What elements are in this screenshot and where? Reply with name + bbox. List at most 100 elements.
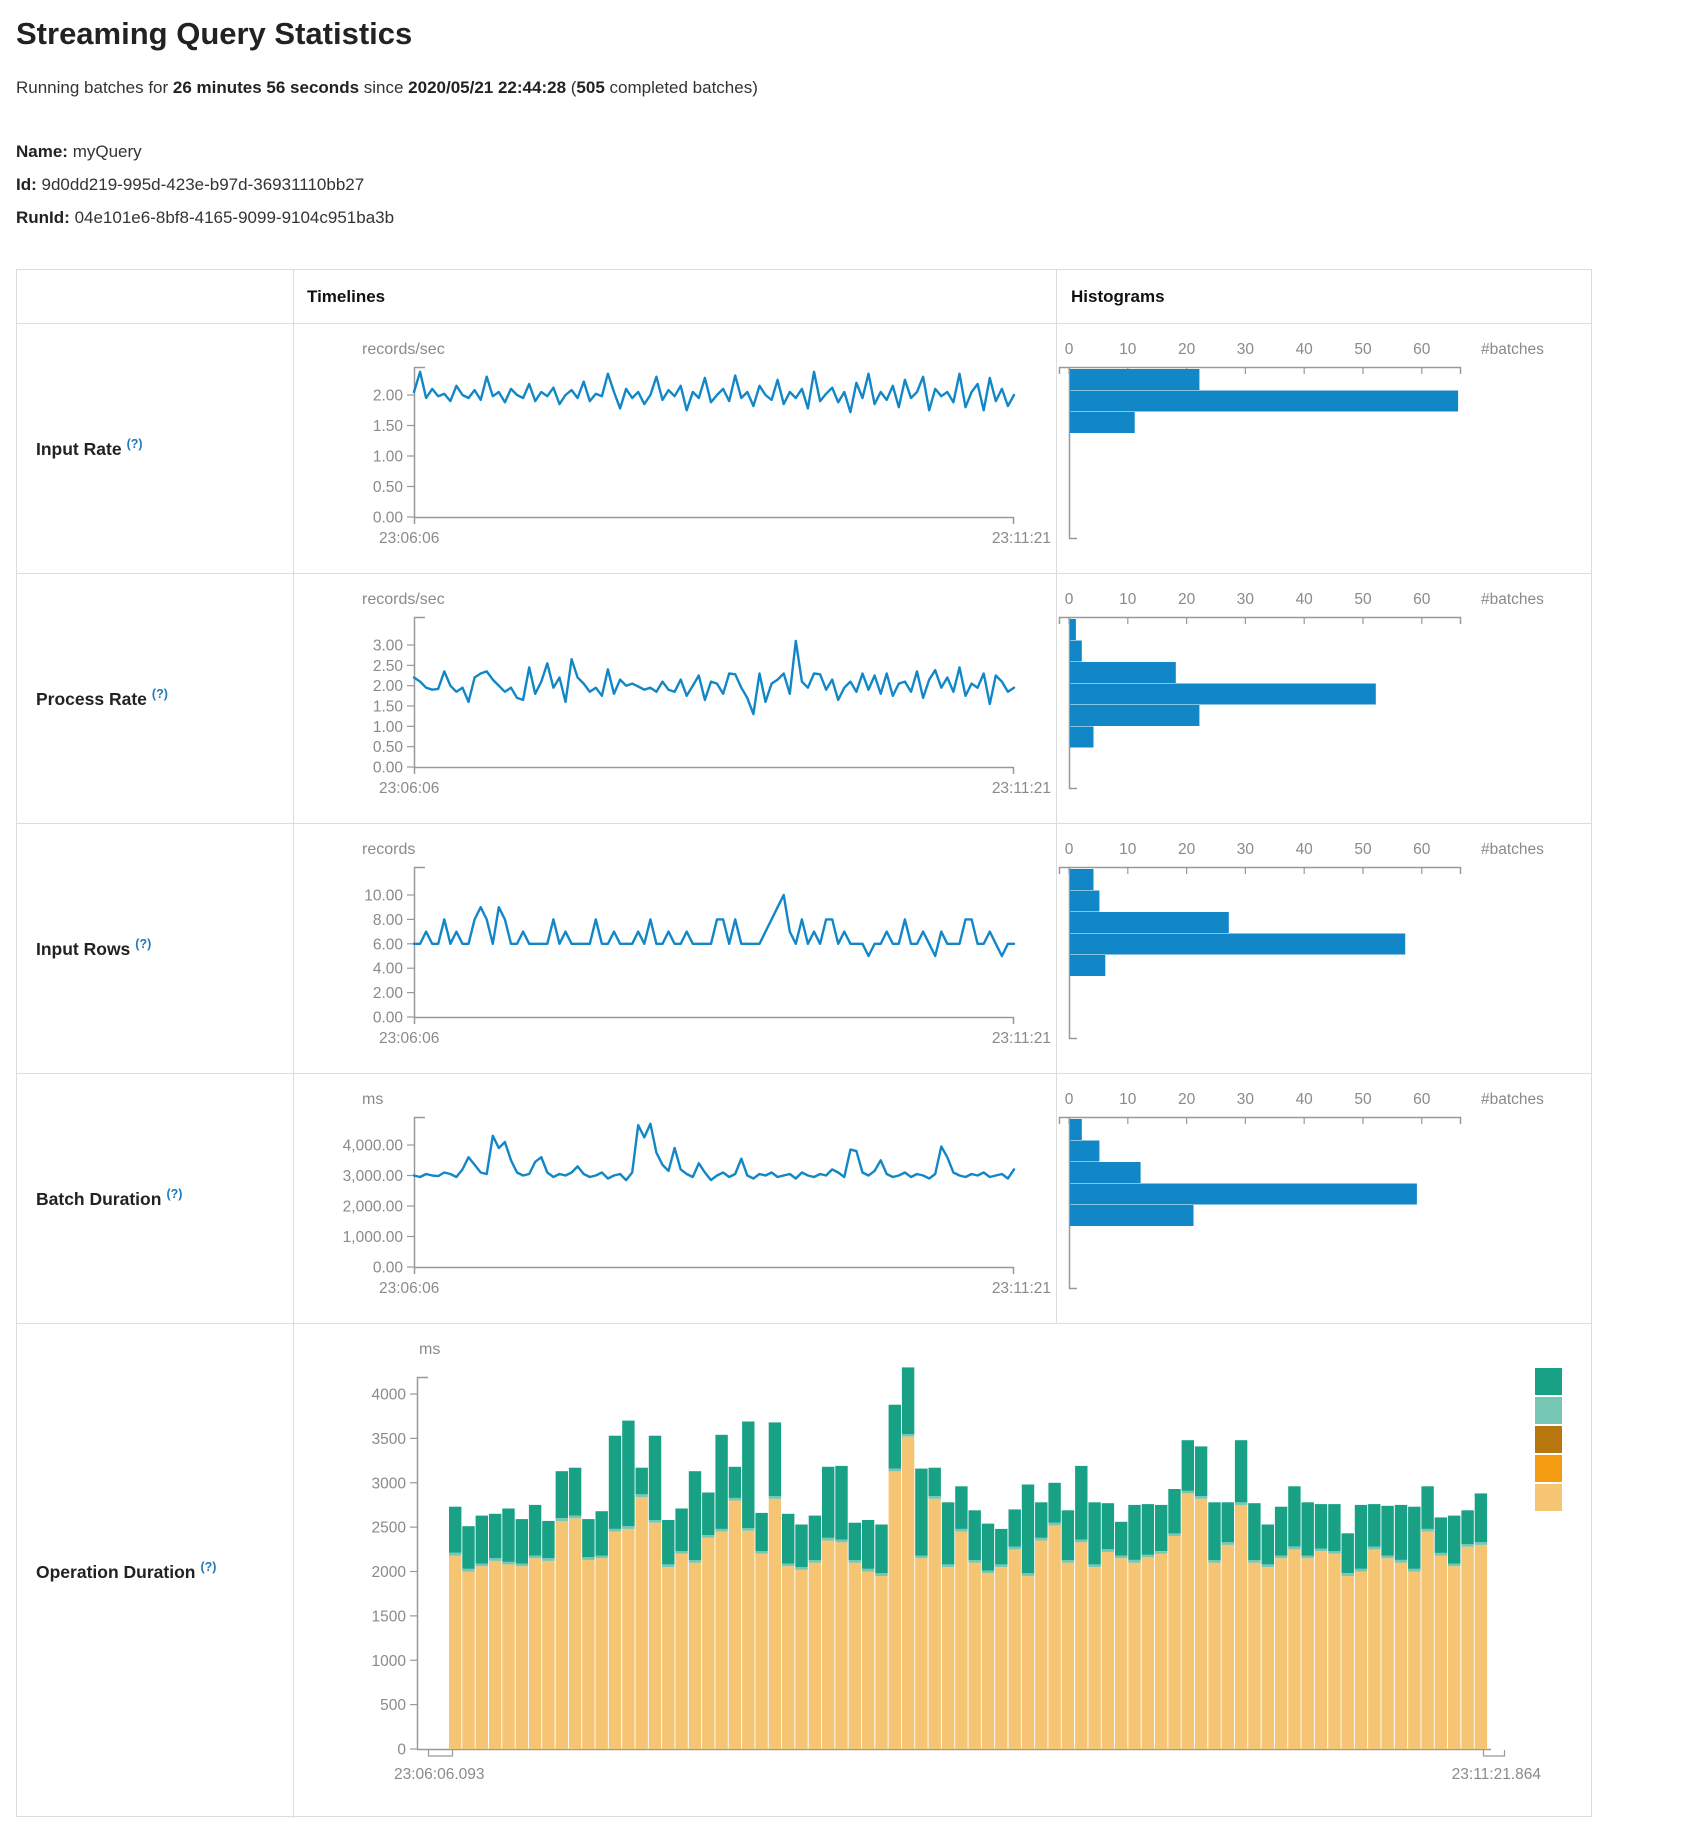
svg-text:30: 30	[1237, 591, 1255, 608]
batch-duration-help-icon[interactable]: (?)	[166, 1187, 182, 1201]
summary-prefix: Running batches for	[16, 78, 173, 97]
process-rate-help-icon[interactable]: (?)	[152, 687, 168, 701]
statistics-table: Timelines Histograms Input Rate(?) recor…	[16, 269, 1592, 1817]
batch-duration-label: Batch Duration(?)	[36, 1187, 182, 1210]
summary-mid: since	[359, 78, 408, 97]
svg-text:40: 40	[1296, 341, 1314, 358]
legend-swatch	[1535, 1397, 1562, 1424]
svg-text:ms: ms	[419, 1341, 440, 1358]
svg-text:1,000.00: 1,000.00	[343, 1229, 404, 1246]
svg-text:30: 30	[1237, 341, 1255, 358]
svg-text:50: 50	[1354, 591, 1372, 608]
svg-text:50: 50	[1354, 341, 1372, 358]
svg-text:0: 0	[1065, 591, 1074, 608]
svg-text:50: 50	[1354, 841, 1372, 858]
svg-text:0.00: 0.00	[373, 1260, 404, 1277]
legend-swatch	[1535, 1426, 1562, 1453]
svg-text:1500: 1500	[372, 1608, 407, 1625]
input-rate-label-cell: Input Rate(?)	[17, 324, 293, 573]
svg-text:23:06:06: 23:06:06	[379, 1030, 439, 1047]
svg-text:2.00: 2.00	[373, 678, 404, 695]
input-rate-histogram-chart: 0102030405060#batches	[1057, 324, 1593, 579]
process-rate-timeline-chart: records/sec3.002.502.001.501.000.500.002…	[294, 574, 1056, 829]
input-rows-row: Input Rows(?) records10.008.006.004.002.…	[17, 823, 1591, 1073]
page-title: Streaming Query Statistics	[16, 16, 412, 52]
svg-text:40: 40	[1296, 591, 1314, 608]
svg-text:0.50: 0.50	[373, 479, 404, 496]
svg-text:2.00: 2.00	[373, 985, 404, 1002]
svg-text:0: 0	[397, 1742, 406, 1759]
svg-text:20: 20	[1178, 1091, 1196, 1108]
svg-text:6.00: 6.00	[373, 936, 404, 953]
batch-duration-timeline-chart: ms 4,000.00 3,000.00 2,000.00 1,000.00 0.00 23…	[294, 1074, 1056, 1329]
svg-text:3.00: 3.00	[373, 638, 404, 655]
svg-text:2,000.00: 2,000.00	[343, 1199, 404, 1216]
summary-suffix: completed batches)	[605, 78, 758, 97]
query-id-line: Id: 9d0dd219-995d-423e-b97d-36931110bb27	[16, 175, 394, 195]
input-rows-help-icon[interactable]: (?)	[135, 937, 151, 951]
start-time: 2020/05/21 22:44:28	[408, 78, 566, 97]
svg-text:0: 0	[1065, 841, 1074, 858]
svg-text:8.00: 8.00	[373, 912, 404, 929]
input-rate-help-icon[interactable]: (?)	[127, 437, 143, 451]
svg-text:10: 10	[1119, 341, 1137, 358]
svg-text:3,000.00: 3,000.00	[343, 1168, 404, 1185]
table-header-row: Timelines Histograms	[17, 270, 1591, 323]
batch-duration-row: Batch Duration(?) ms 4,000.00 3,000.00 2,00…	[17, 1073, 1591, 1323]
svg-text:3500: 3500	[372, 1431, 407, 1448]
svg-text:20: 20	[1178, 841, 1196, 858]
svg-text:23:11:21: 23:11:21	[992, 780, 1051, 797]
svg-text:60: 60	[1413, 1091, 1431, 1108]
process-rate-label-cell: Process Rate(?)	[17, 574, 293, 823]
runid-value: 04e101e6-8bf8-4165-9099-9104c951ba3b	[75, 208, 395, 227]
svg-text:23:06:06: 23:06:06	[379, 1280, 439, 1297]
svg-text:23:06:06: 23:06:06	[379, 530, 439, 547]
process-rate-histogram-chart: 0102030405060#batches	[1057, 574, 1593, 829]
svg-text:40: 40	[1296, 841, 1314, 858]
svg-text:23:06:06.093: 23:06:06.093	[394, 1766, 485, 1783]
svg-text:2.50: 2.50	[373, 658, 404, 675]
svg-text:23:06:06: 23:06:06	[379, 780, 439, 797]
svg-text:#batches: #batches	[1481, 1091, 1544, 1108]
svg-text:#batches: #batches	[1481, 341, 1544, 358]
svg-text:20: 20	[1178, 341, 1196, 358]
name-label: Name:	[16, 142, 68, 161]
svg-text:0.00: 0.00	[373, 1010, 404, 1027]
svg-text:30: 30	[1237, 841, 1255, 858]
name-value: myQuery	[73, 142, 142, 161]
svg-text:23:11:21.864: 23:11:21.864	[1452, 1766, 1542, 1783]
svg-text:60: 60	[1413, 341, 1431, 358]
svg-text:23:11:21: 23:11:21	[992, 1280, 1051, 1297]
svg-text:23:11:21: 23:11:21	[992, 530, 1051, 547]
svg-text:23:11:21: 23:11:21	[992, 1030, 1051, 1047]
batch-duration-histogram-chart: 0102030405060#batches	[1057, 1074, 1593, 1329]
batch-duration-label-cell: Batch Duration(?)	[17, 1074, 293, 1323]
operation-duration-row: Operation Duration(?) ms4000350030002500…	[17, 1323, 1591, 1818]
svg-text:20: 20	[1178, 591, 1196, 608]
svg-text:1.00: 1.00	[373, 449, 404, 466]
input-rate-label: Input Rate(?)	[36, 437, 143, 460]
svg-text:2.00: 2.00	[373, 388, 404, 405]
svg-text:#batches: #batches	[1481, 591, 1544, 608]
legend-swatch	[1535, 1455, 1562, 1482]
operation-duration-stacked-chart: ms4000350030002500200015001000500023:06:…	[294, 1324, 1593, 1824]
svg-text:4,000.00: 4,000.00	[343, 1138, 404, 1155]
svg-text:1.00: 1.00	[373, 719, 404, 736]
svg-text:4000: 4000	[372, 1387, 407, 1404]
running-duration: 26 minutes 56 seconds	[173, 78, 359, 97]
id-label: Id:	[16, 175, 37, 194]
svg-text:0.50: 0.50	[373, 739, 404, 756]
svg-text:1.50: 1.50	[373, 418, 404, 435]
input-rate-timeline-chart: records/sec2.001.501.000.500.0023:06:062…	[294, 324, 1056, 579]
svg-text:4.00: 4.00	[373, 961, 404, 978]
svg-text:60: 60	[1413, 591, 1431, 608]
svg-text:ms: ms	[362, 1091, 383, 1108]
svg-text:2000: 2000	[372, 1564, 407, 1581]
operation-duration-help-icon[interactable]: (?)	[200, 1560, 216, 1574]
input-rows-timeline-chart: records10.008.006.004.002.000.0023:06:06…	[294, 824, 1056, 1079]
legend-swatch	[1535, 1484, 1562, 1511]
operation-duration-label: Operation Duration(?)	[36, 1560, 216, 1583]
runid-label: RunId:	[16, 208, 70, 227]
query-name-line: Name: myQuery	[16, 142, 394, 162]
svg-text:2500: 2500	[372, 1520, 407, 1537]
